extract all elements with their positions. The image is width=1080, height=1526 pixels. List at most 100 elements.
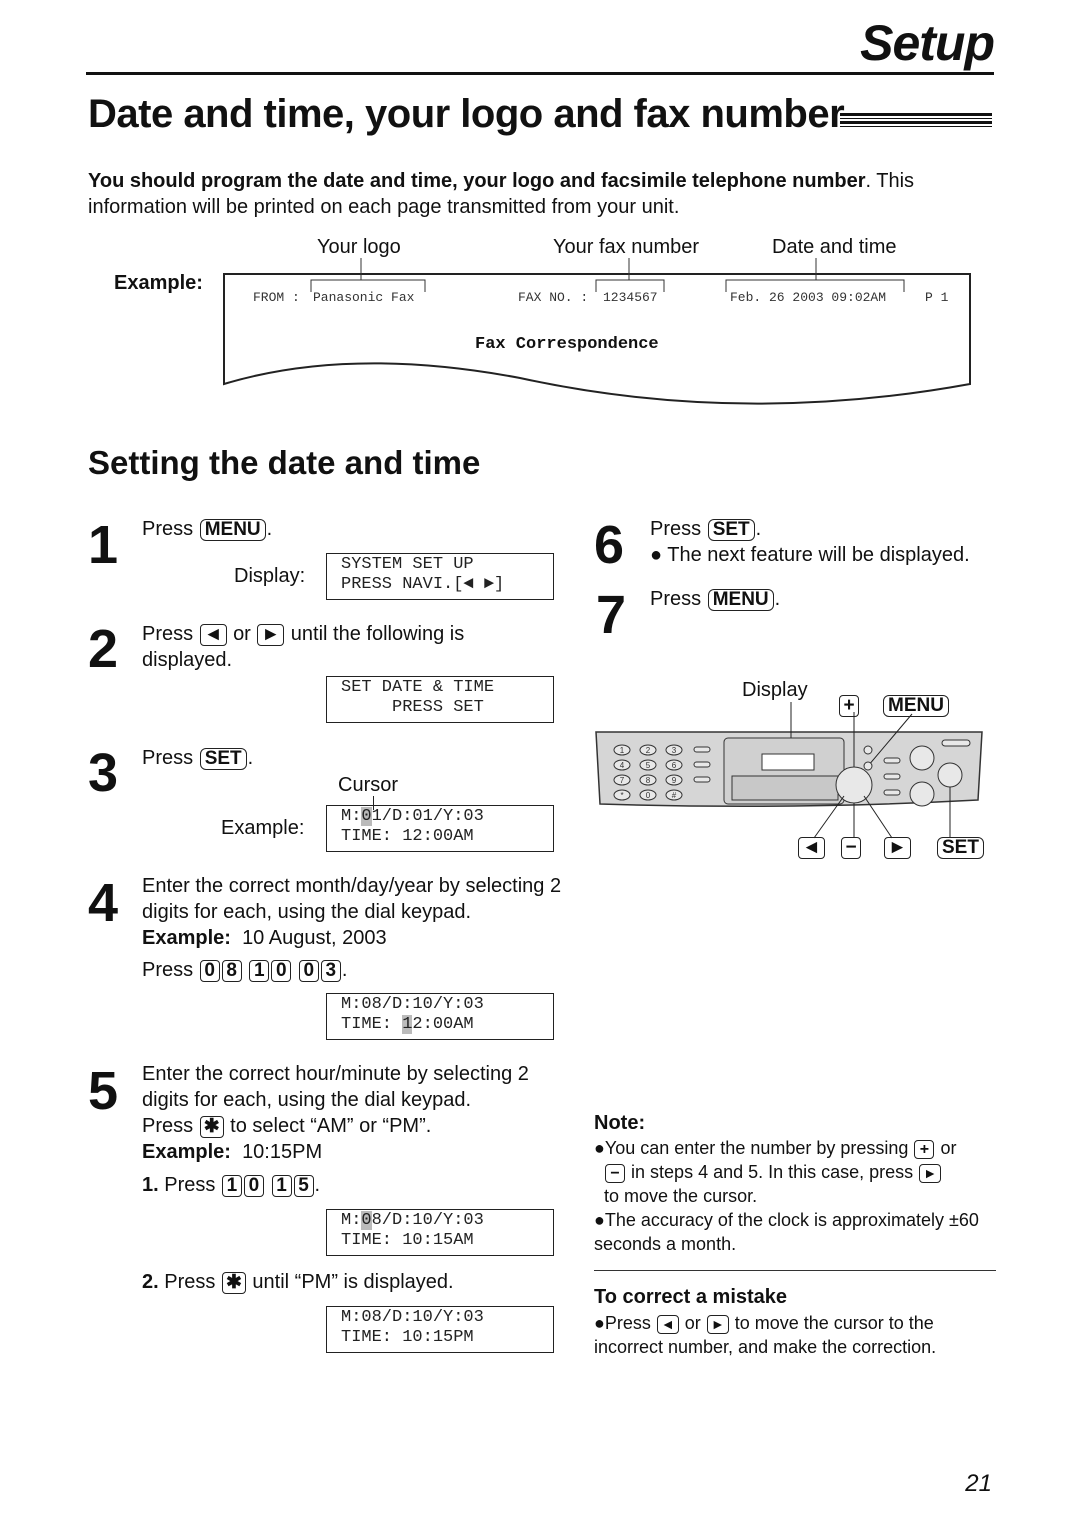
step1-text: Press MENU. [142,518,273,541]
step5-sub2: 2. Press ✱ until “PM” is displayed. [142,1269,454,1295]
or-text: or [684,1313,701,1333]
step6-bullet: ● The next feature will be displayed. [650,544,970,566]
lcd-display: M:08/D:10/Y:03 TIME: 12:00AM [326,993,554,1040]
display-label: Display: [234,565,306,587]
example-bold: Example: [142,927,231,949]
left-arrow-key-icon: ◄ [656,1314,679,1334]
example-label: Example: [114,272,203,294]
svg-text:*: * [620,791,623,800]
fax-body-title: Fax Correspondence [475,335,659,354]
note-text: to move the cursor. [604,1186,758,1206]
step7-text: Press MENU. [650,588,781,611]
menu-key: MENU [199,518,266,541]
lcd-line: SYSTEM SET UP [341,555,474,574]
step-number: 3 [88,743,119,803]
section-title: Setting the date and time [88,444,481,481]
lcd-line: M:08/D:10/Y:03 [341,1211,553,1231]
fax-control-panel-illustration: 1 2 3 4 5 6 7 8 9 * 0 # [595,702,983,839]
step6-text: Press SET. [650,518,762,541]
right-arrow-key-icon: ► [706,1314,729,1334]
fax-number-value: 1234567 [603,290,658,305]
svg-text:4: 4 [620,761,625,770]
lcd-text: M: [341,807,362,826]
note-title: Note: [594,1112,646,1134]
page-number: 21 [965,1470,992,1497]
step-number: 4 [88,873,119,933]
cursor-label: Cursor [338,774,399,796]
right-arrow-key-icon: ► [257,623,285,646]
step3-text: Press SET. [142,747,254,770]
lcd-text: 8/D:10/Y:03 [371,1211,484,1230]
press-text: Press [142,518,194,540]
digit-key: 1 [221,1174,242,1197]
digit-key: 1 [249,959,270,982]
lcd-display: SET DATE & TIME PRESS SET [326,676,554,723]
right-arrow-icon: ► [884,836,911,859]
set-key: SET [707,518,755,541]
sub2-text: until “PM” is displayed. [252,1271,454,1293]
header-rule [86,72,994,75]
correct-bullet: ●Press ◄ or ► to move the cursor to the … [594,1313,937,1357]
digit-key: 0 [199,959,220,982]
panel-right-arrow-key: ► [883,836,912,859]
plus-key-icon: + [914,1139,935,1159]
intro-bold: You should program the date and time, yo… [88,170,866,192]
minus-key-icon: − [605,1163,626,1183]
fax-page: P 1 [925,290,949,305]
lcd-line: TIME: 10:15PM [341,1328,474,1347]
left-arrow-icon: ◄ [798,836,825,859]
set-key-label: SET [937,836,984,859]
sub-number: 1. [142,1174,159,1196]
lcd-line: PRESS SET [341,698,484,717]
intro-paragraph: You should program the date and time, yo… [88,168,988,220]
lcd-display: M:08/D:10/Y:03 TIME: 10:15PM [326,1306,554,1353]
page-title: Date and time, your logo and fax number [88,92,845,136]
step4-text: Enter the correct month/day/year by sele… [142,875,562,923]
step5-star: Press ✱ to select “AM” or “PM”. [142,1113,431,1139]
note-bullet-1: ●You can enter the number by pressing + … [594,1138,957,1206]
lcd-line: TIME: 10:15AM [341,1231,474,1250]
note-text: in steps 4 and 5. In this case, press [631,1162,914,1182]
set-key: SET [199,747,247,770]
step-number: 1 [88,515,119,575]
press-text: Press [164,1271,216,1293]
lcd-display: M:01/D:01/Y:03 TIME: 12:00AM [326,805,554,852]
svg-text:5: 5 [646,761,651,770]
panel-set-key: SET [936,836,985,859]
digit-key: 0 [243,1174,264,1197]
press-text: Press [650,588,702,610]
fax-from-value: Panasonic Fax [313,290,415,305]
section-header: Setup [860,15,995,71]
press-text: Press [142,623,194,645]
step5-example: Example: 10:15PM [142,1139,322,1165]
sub-number: 2. [142,1271,159,1293]
lcd-line: SET DATE & TIME [341,678,495,697]
lcd-line: M:08/D:10/Y:03 [341,995,484,1014]
star-key-icon: ✱ [199,1115,224,1138]
note-text: The accuracy of the clock is approximate… [594,1210,979,1254]
lcd-text: 2:00AM [412,1015,474,1034]
digit-key: 0 [298,959,319,982]
svg-text:0: 0 [646,791,651,800]
right-arrow-key-icon: ► [919,1163,942,1183]
fax-datetime: Feb. 26 2003 09:02AM [730,290,887,305]
step-number: 6 [594,515,625,575]
svg-text:#: # [672,791,677,800]
step-number: 2 [88,619,119,679]
fax-number-label: FAX NO. : [518,290,589,305]
step5-text: Enter the correct hour/minute by selecti… [142,1063,529,1111]
divider [594,1270,996,1271]
lcd-line: M:01/D:01/Y:03 [341,807,553,827]
star-text: to select “AM” or “PM”. [230,1115,432,1137]
example-text: 10:15PM [242,1141,323,1163]
step5-sub1: 1. Press 10 15. [142,1174,321,1197]
left-arrow-key-icon: ◄ [199,623,227,646]
svg-text:2: 2 [646,746,651,755]
svg-text:1: 1 [620,746,625,755]
lcd-line: M:08/D:10/Y:03 [341,1308,484,1327]
lcd-line: PRESS NAVI.[◄ ►] [341,575,505,594]
lcd-text: 1/D:01/Y:03 [371,807,484,826]
lcd-display: M:08/D:10/Y:03 TIME: 10:15AM [326,1209,554,1256]
step4-example: Example: 10 August, 2003 [142,925,387,951]
digit-key: 0 [271,959,292,982]
